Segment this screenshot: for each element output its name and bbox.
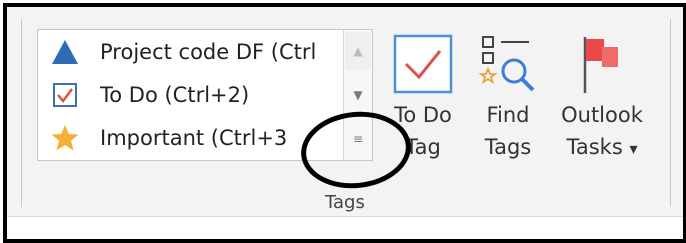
group-separator-left [21, 19, 22, 207]
find-tags-icon [477, 29, 539, 99]
find-tags-label-line1: Find [486, 103, 530, 127]
tag-item-important[interactable]: Important (Ctrl+3 [38, 118, 344, 158]
gallery-scroll-up-button[interactable]: ▲ [345, 32, 371, 70]
ribbon-frame: Project code DF (Ctrl To Do (Ctrl+2) Imp… [3, 3, 686, 243]
checkbox-checked-icon [48, 78, 82, 112]
outlook-tasks-label-text: Tasks [566, 135, 623, 159]
gallery-scroll-column: ▲ ▼ ≡ [343, 30, 372, 160]
scroll-up-icon: ▲ [353, 44, 363, 58]
tag-item-to-do[interactable]: To Do (Ctrl+2) [38, 75, 344, 115]
todo-tag-label-line1: To Do [394, 103, 452, 127]
red-flag-icon [577, 29, 627, 99]
more-icon: ≡ [352, 132, 364, 146]
tag-item-label: Important (Ctrl+3 [100, 126, 288, 150]
tag-item-project-code[interactable]: Project code DF (Ctrl [38, 32, 344, 72]
find-tags-label-line2: Tags [484, 135, 532, 159]
outlook-tasks-button[interactable]: Outlook Tasks ▾ [552, 29, 652, 165]
group-label-tags: Tags [325, 192, 365, 213]
gallery-scroll-down-button[interactable]: ▼ [345, 76, 371, 114]
chevron-down-icon[interactable]: ▾ [629, 139, 637, 158]
blue-triangle-icon [48, 35, 82, 69]
find-tags-button[interactable]: Find Tags [475, 29, 541, 163]
todo-tag-label-line2: Tag [405, 135, 441, 159]
star-icon [48, 121, 82, 155]
todo-tag-button[interactable]: To Do Tag [385, 29, 461, 163]
outlook-tasks-label-line2: Tasks ▾ [567, 131, 638, 165]
gallery-more-button[interactable]: ≡ [345, 120, 371, 158]
group-separator-right [670, 19, 671, 207]
tag-item-label: Project code DF (Ctrl [100, 40, 317, 64]
tags-gallery[interactable]: Project code DF (Ctrl To Do (Ctrl+2) Imp… [37, 29, 373, 161]
tag-item-label: To Do (Ctrl+2) [100, 83, 250, 107]
outlook-tasks-label-line1: Outlook [561, 103, 643, 127]
ribbon-bottom-strip [7, 216, 683, 239]
scroll-down-icon: ▼ [353, 88, 363, 102]
todo-checkbox-icon [392, 29, 454, 99]
